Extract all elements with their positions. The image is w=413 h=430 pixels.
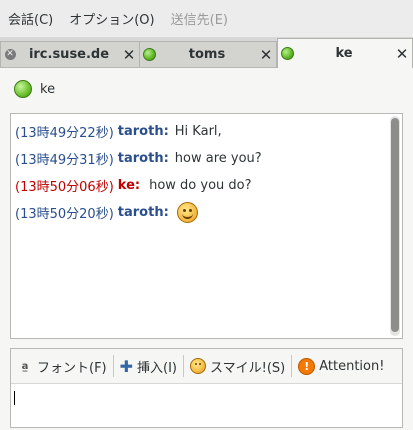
alert-icon: !: [298, 357, 316, 375]
tab-bar: ✕ irc.suse.de ✕ toms ✕ ke ✕: [0, 37, 413, 68]
online-status-icon: [278, 47, 296, 60]
tab-irc[interactable]: ✕ irc.suse.de ✕: [0, 41, 140, 67]
message-nick: taroth:: [117, 204, 169, 220]
smiley-icon: [176, 201, 198, 223]
message-timestamp: (13時49分22秒): [15, 126, 114, 141]
buddy-header: ke: [14, 80, 55, 98]
plus-icon: ✚: [119, 356, 134, 376]
message-history[interactable]: (13時49分22秒) taroth: Hi Karl, (13時49分31秒)…: [10, 113, 403, 339]
font-label: フォント(F): [37, 360, 107, 376]
insert-label: 挿入(I): [137, 360, 178, 376]
message-timestamp: (13時49分31秒): [15, 153, 114, 168]
menu-send-to[interactable]: 送信先(E): [163, 9, 236, 28]
message-row: (13時49分31秒) taroth: how are you?: [15, 149, 262, 168]
conversation-panel: ke (13時49分22秒) taroth: Hi Karl, (13時49分3…: [0, 68, 413, 430]
message-timestamp: (13時50分20秒): [15, 206, 114, 222]
close-icon[interactable]: ✕: [392, 45, 412, 63]
tab-ke[interactable]: ke ✕: [277, 38, 413, 68]
close-icon[interactable]: ✕: [119, 46, 139, 64]
insert-button[interactable]: ✚ 挿入(I): [114, 349, 183, 383]
message-nick: taroth:: [117, 124, 169, 139]
message-input[interactable]: [11, 384, 402, 427]
message-row: (13時50分20秒) taroth:: [15, 201, 198, 223]
text-caret: [14, 391, 15, 405]
online-status-icon: [14, 80, 32, 98]
tab-label: toms: [188, 47, 226, 62]
compose-box: a̲ フォント(F) ✚ 挿入(I) スマイル!(S) ! Attention!: [10, 348, 403, 428]
message-nick: taroth:: [117, 151, 169, 166]
message-nick: ke:: [117, 178, 141, 193]
menu-conversation[interactable]: 会話(C): [0, 9, 61, 28]
tab-label: ke: [335, 46, 353, 61]
message-row: (13時49分22秒) taroth: Hi Karl,: [15, 122, 222, 141]
smiley-button[interactable]: スマイル!(S): [184, 349, 291, 383]
attention-button[interactable]: ! Attention!: [292, 349, 390, 383]
tab-toms[interactable]: toms ✕: [139, 41, 277, 67]
message-timestamp: (13時50分06秒): [15, 180, 114, 195]
online-status-icon: [140, 48, 158, 61]
menu-options[interactable]: オプション(O): [61, 9, 162, 28]
message-row: (13時50分06秒) ke: how do you do?: [15, 176, 252, 195]
font-icon: a̲: [21, 360, 29, 372]
scrollbar-thumb[interactable]: [391, 118, 399, 332]
font-button[interactable]: a̲ フォント(F): [11, 349, 113, 383]
scrollbar[interactable]: [390, 116, 400, 336]
format-toolbar: a̲ フォント(F) ✚ 挿入(I) スマイル!(S) ! Attention!: [11, 349, 402, 384]
close-circle-icon[interactable]: ✕: [1, 49, 19, 60]
smiley-label: スマイル!(S): [210, 360, 286, 376]
message-text: how are you?: [174, 151, 262, 166]
buddy-name: ke: [40, 81, 56, 97]
menubar: 会話(C) オプション(O) 送信先(E): [0, 0, 413, 37]
message-text: Hi Karl,: [174, 124, 222, 139]
close-icon[interactable]: ✕: [256, 46, 276, 64]
message-text: how do you do?: [149, 178, 252, 193]
tab-label: irc.suse.de: [28, 47, 110, 62]
attention-label: Attention!: [319, 358, 385, 374]
smiley-icon: [190, 358, 207, 374]
